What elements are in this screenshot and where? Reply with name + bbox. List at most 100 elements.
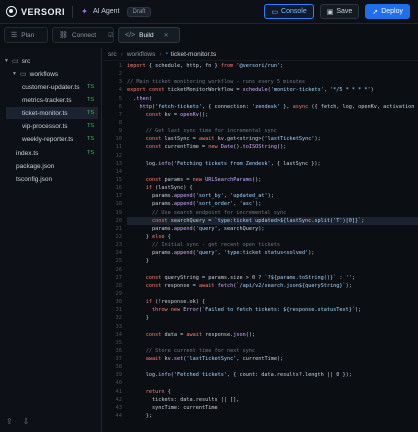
- code-line[interactable]: }: [127, 257, 418, 265]
- file-metrics-tracker[interactable]: metrics-tracker.ts TS: [6, 94, 98, 106]
- code-line[interactable]: // Main ticket monitoring workflow - run…: [127, 78, 418, 86]
- file-ticket-monitor[interactable]: ticket-monitor.ts TS: [6, 107, 98, 119]
- breadcrumb-file[interactable]: ticket-monitor.ts: [171, 51, 217, 58]
- code-editor[interactable]: src › workflows › ▪ ticket-monitor.ts 12…: [103, 48, 418, 432]
- code-line[interactable]: [127, 70, 418, 78]
- close-icon[interactable]: ✕: [164, 32, 169, 39]
- breadcrumb-src[interactable]: src: [108, 51, 117, 58]
- folder-src[interactable]: ▼ ▭ src: [4, 55, 30, 67]
- code-line[interactable]: params.append('sort_order', 'asc');: [127, 200, 418, 208]
- code-line[interactable]: } else {: [127, 233, 418, 241]
- file-label: ticket-monitor.ts: [22, 109, 68, 117]
- code-line[interactable]: [127, 290, 418, 298]
- line-number: 11: [115, 144, 123, 151]
- code-line[interactable]: if (!response.ok) {: [127, 298, 418, 306]
- list-icon: ☰: [11, 32, 18, 39]
- line-number: 43: [115, 404, 123, 411]
- file-index[interactable]: index.ts TS: [6, 147, 98, 159]
- save-button[interactable]: ▣ Save: [319, 4, 360, 19]
- file-label: weekly-reporter.ts: [22, 135, 74, 143]
- sidebar-actions: ⇪ ⇩: [6, 417, 29, 426]
- line-number: 2: [118, 71, 122, 78]
- code-line[interactable]: export const ticketMonitorWorkflow = sch…: [127, 86, 418, 94]
- status-badge: Draft: [127, 6, 151, 17]
- code-line[interactable]: [127, 379, 418, 387]
- code-line[interactable]: [127, 152, 418, 160]
- code-line[interactable]: syncTime: currentTime: [127, 404, 418, 412]
- line-number: 20: [115, 217, 123, 224]
- code-line[interactable]: }: [127, 314, 418, 322]
- ai-agent-label: AI Agent: [93, 8, 120, 15]
- code-line[interactable]: // Store current time for next sync: [127, 347, 418, 355]
- tab-build-label: Build: [139, 31, 154, 39]
- code-line[interactable]: // Use search endpoint for incremental s…: [127, 209, 418, 217]
- code-line[interactable]: params.append('query', searchQuery);: [127, 225, 418, 233]
- file-weekly-reporter[interactable]: weekly-reporter.ts TS: [6, 133, 98, 145]
- line-number: 21: [115, 225, 123, 232]
- file-customer-updater[interactable]: customer-updater.ts TS: [6, 81, 98, 93]
- code-line[interactable]: [127, 266, 418, 274]
- file-label: customer-updater.ts: [22, 83, 80, 91]
- folder-src-label: src: [21, 57, 31, 65]
- code-line[interactable]: throw new Error(`Failed to fetch tickets…: [127, 306, 418, 314]
- tab-connect[interactable]: ⛓ Connect ☑: [52, 27, 114, 43]
- logo[interactable]: VERSORI: [6, 0, 65, 24]
- code-line[interactable]: [127, 168, 418, 176]
- line-number: 32: [115, 315, 123, 322]
- line-number: 44: [115, 413, 123, 420]
- code-lines[interactable]: import { schedule, http, fn } from '@ver…: [127, 62, 418, 420]
- code-line[interactable]: [127, 119, 418, 127]
- code-line[interactable]: const kv = openKv();: [127, 111, 418, 119]
- file-label: metrics-tracker.ts: [22, 96, 72, 104]
- code-line[interactable]: [127, 363, 418, 371]
- code-line[interactable]: import { schedule, http, fn } from '@ver…: [127, 62, 418, 70]
- download-icon[interactable]: ⇩: [23, 417, 30, 426]
- code-line[interactable]: };: [127, 412, 418, 420]
- line-number: 14: [115, 168, 123, 175]
- line-number: 22: [115, 233, 123, 240]
- save-icon: ▣: [326, 8, 334, 16]
- code-line[interactable]: [127, 339, 418, 347]
- file-package-json[interactable]: package.json: [6, 160, 98, 172]
- tab-build[interactable]: </> Build ✕: [118, 27, 180, 43]
- file-tsconfig-json[interactable]: tsconfig.json: [6, 173, 98, 185]
- code-line[interactable]: const params = new URLSearchParams();: [127, 176, 418, 184]
- code-line[interactable]: if (lastSync) {: [127, 184, 418, 192]
- line-number: 4: [118, 87, 122, 94]
- terminal-icon: ▭: [271, 8, 279, 16]
- code-line[interactable]: params.append('sort_by', 'updated_at');: [127, 192, 418, 200]
- chevron-right-icon: ›: [120, 50, 123, 58]
- code-line[interactable]: const response = await fetch(`/api/v2/se…: [127, 282, 418, 290]
- code-line[interactable]: // Get last sync time for incremental sy…: [127, 127, 418, 135]
- code-line[interactable]: const data = await response.json();: [127, 331, 418, 339]
- top-bar: VERSORI ✦ AI Agent Draft ▭ Console ▣ Sav…: [0, 0, 418, 24]
- ai-agent-button[interactable]: ✦ AI Agent: [80, 7, 119, 16]
- code-line[interactable]: log.info('Fetching tickets from Zendesk'…: [127, 160, 418, 168]
- breadcrumb-workflows[interactable]: workflows: [127, 51, 156, 58]
- deploy-button[interactable]: ➚ Deploy: [365, 4, 410, 19]
- code-line[interactable]: .then(: [127, 95, 418, 103]
- code-line[interactable]: await kv.set('lastTicketSync', currentTi…: [127, 355, 418, 363]
- code-line[interactable]: const queryString = params.size > 0 ? `?…: [127, 274, 418, 282]
- folder-workflows[interactable]: ▼ ▭ workflows: [12, 68, 58, 80]
- console-button[interactable]: ▭ Console: [264, 4, 314, 19]
- code-line[interactable]: return {: [127, 388, 418, 396]
- file-vip-processor[interactable]: vip-processor.ts TS: [6, 120, 98, 132]
- code-line[interactable]: // Initial sync - get recent open ticket…: [127, 241, 418, 249]
- file-label: index.ts: [16, 149, 39, 157]
- code-line[interactable]: params.append('query', 'type:ticket stat…: [127, 249, 418, 257]
- save-label: Save: [336, 8, 353, 15]
- upload-icon[interactable]: ⇪: [6, 417, 13, 426]
- line-number: 13: [115, 160, 123, 167]
- code-line[interactable]: log.info('Fetched tickets', { count: dat…: [127, 371, 418, 379]
- code-area[interactable]: 1 2 3 4 5 6 7 8 9 10 11 12 13 14 15 16 17 18 19 20 21 22 23 24 2…: [103, 62, 418, 432]
- code-line[interactable]: const searchQuery = `type:ticket updated…: [127, 216, 418, 225]
- code-line[interactable]: [127, 323, 418, 331]
- tab-plan[interactable]: ☰ Plan: [4, 27, 48, 43]
- code-line[interactable]: http('fetch-tickets', { connection: 'zen…: [127, 103, 418, 111]
- code-line[interactable]: const lastSync = await kv.get<string>('l…: [127, 135, 418, 143]
- code-line[interactable]: tickets: data.results || [],: [127, 396, 418, 404]
- line-number: 25: [115, 258, 123, 265]
- code-line[interactable]: const currentTime = new Date().toISOStri…: [127, 143, 418, 151]
- logo-text: VERSORI: [21, 6, 66, 17]
